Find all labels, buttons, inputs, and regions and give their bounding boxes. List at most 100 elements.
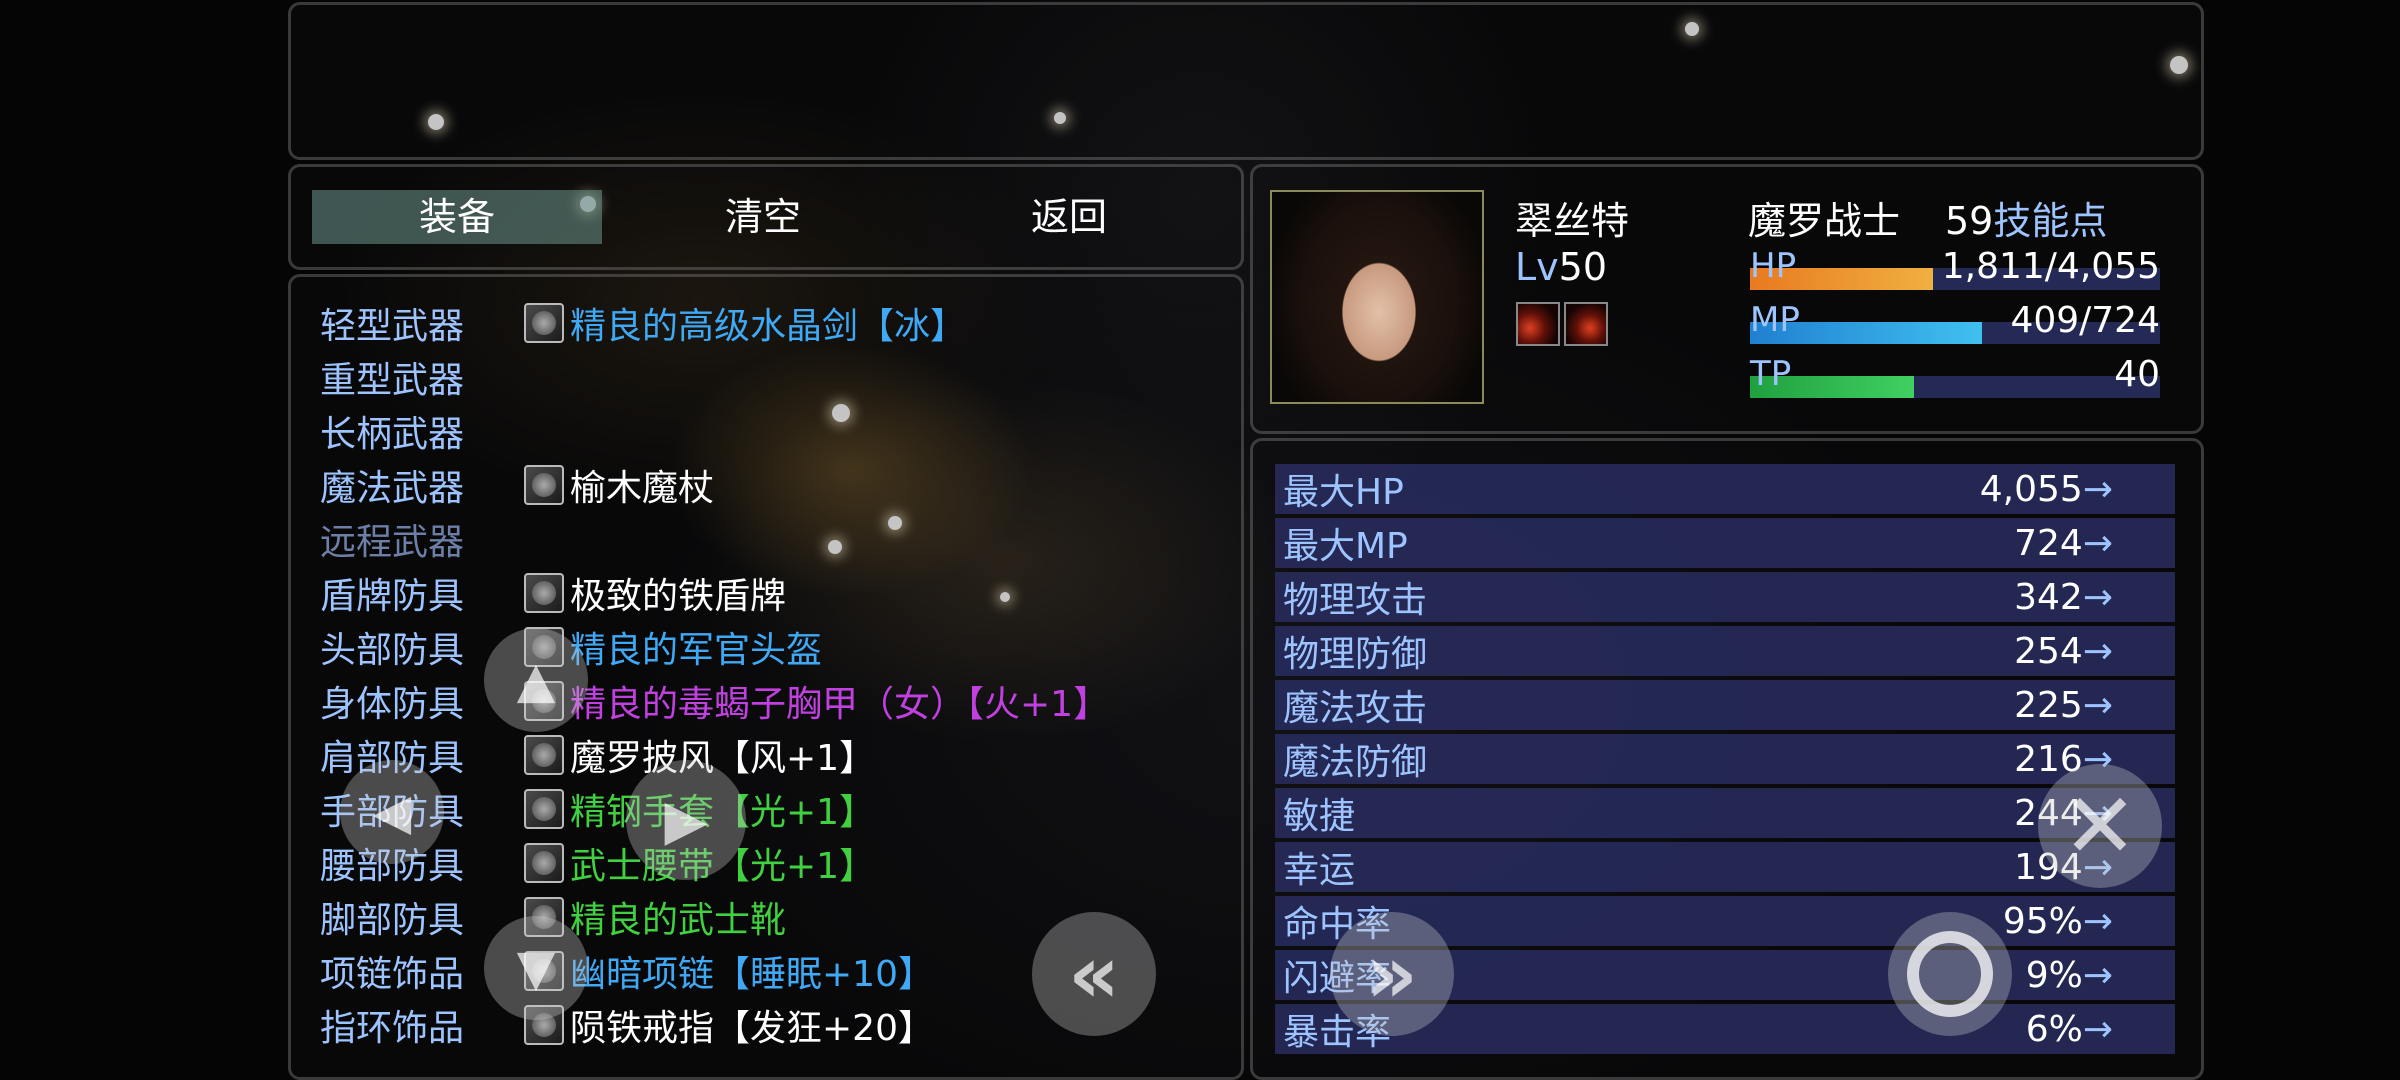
parameter-value: 9%→ bbox=[1653, 955, 2121, 996]
virtual-dpad-down[interactable]: ▼ bbox=[484, 916, 588, 1020]
parameter-name: 敏捷 bbox=[1283, 796, 1356, 837]
equip-slot-row[interactable]: 身体防具 精良的毒蝎子胸甲（女）【火+1】 bbox=[320, 674, 1109, 728]
parameter-value: 216→ bbox=[1653, 739, 2121, 780]
parameter-name: 物理防御 bbox=[1283, 634, 1428, 675]
equip-slot-label: 盾牌防具 bbox=[320, 576, 465, 617]
clear-command-button[interactable]: 清空 bbox=[618, 190, 908, 244]
parameter-row: 最大MP 724→ bbox=[1275, 518, 2175, 568]
parameter-name: 幸运 bbox=[1283, 850, 1356, 891]
equip-slot-row[interactable]: 轻型武器 精良的高级水晶剑【冰】 bbox=[320, 296, 966, 350]
equip-slot-label: 头部防具 bbox=[320, 630, 465, 671]
hp-value: 1,811/4,055 bbox=[1941, 246, 2160, 287]
equip-slot-label: 轻型武器 bbox=[320, 306, 465, 347]
equip-command-button[interactable]: 装备 bbox=[312, 190, 602, 244]
equip-slot-row[interactable]: 重型武器 bbox=[320, 350, 570, 404]
parameter-value: 342→ bbox=[1653, 577, 2121, 618]
page-right-button[interactable]: » bbox=[1330, 912, 1454, 1036]
virtual-dpad-up[interactable]: ▲ bbox=[484, 628, 588, 732]
equip-item-icon bbox=[524, 843, 564, 883]
equip-slot-row[interactable]: 远程武器 bbox=[320, 512, 570, 566]
right-arrow-icon: → bbox=[2082, 576, 2113, 618]
parameter-value: 254→ bbox=[1653, 631, 2121, 672]
virtual-dpad-right[interactable]: ▶ bbox=[626, 760, 746, 880]
help-window bbox=[288, 2, 2204, 160]
parameter-name: 最大HP bbox=[1283, 472, 1404, 513]
parameter-value: 4,055→ bbox=[1653, 469, 2121, 510]
parameter-name: 暴击率 bbox=[1283, 1012, 1392, 1053]
parameter-value-text: 342 bbox=[2014, 576, 2083, 618]
parameter-value-text: 95% bbox=[2002, 900, 2083, 942]
actor-level-row: Lv50 bbox=[1515, 245, 1607, 289]
equip-item-name: 精良的毒蝎子胸甲（女）【火+1】 bbox=[570, 684, 1110, 725]
parameter-row: 最大HP 4,055→ bbox=[1275, 464, 2175, 514]
parameter-row: 物理防御 254→ bbox=[1275, 626, 2175, 676]
confirm-ring-icon bbox=[1907, 931, 1993, 1017]
equip-slot-row[interactable]: 项链饰品 幽暗项链【睡眠+10】 bbox=[320, 944, 934, 998]
hp-label: HP bbox=[1750, 246, 1797, 286]
equip-slot-label: 脚部防具 bbox=[320, 900, 465, 941]
equip-item-name: 陨铁戒指【发狂+20】 bbox=[570, 1008, 934, 1049]
right-arrow-icon: → bbox=[2082, 954, 2113, 996]
equip-item-icon bbox=[524, 573, 564, 613]
equip-slot-label: 魔法武器 bbox=[320, 468, 465, 509]
skill-points-value: 59 bbox=[1945, 199, 1994, 243]
mp-value: 409/724 bbox=[2010, 300, 2160, 341]
right-arrow-icon: → bbox=[2082, 1008, 2113, 1050]
equip-slot-row[interactable]: 盾牌防具 极致的铁盾牌 bbox=[320, 566, 786, 620]
level-label: Lv bbox=[1515, 245, 1559, 289]
equip-item-name: 精良的高级水晶剑【冰】 bbox=[570, 306, 967, 347]
equip-item-name: 榆木魔杖 bbox=[570, 468, 715, 509]
right-arrow-icon: → bbox=[2082, 900, 2113, 942]
parameter-row: 幸运 194→ bbox=[1275, 842, 2175, 892]
equip-slot-row[interactable]: 指环饰品 陨铁戒指【发狂+20】 bbox=[320, 998, 934, 1052]
parameter-value: 724→ bbox=[1653, 523, 2121, 564]
state-icon-fire bbox=[1516, 302, 1560, 346]
equip-slot-row[interactable]: 魔法武器 榆木魔杖 bbox=[320, 458, 714, 512]
equip-slot-label: 远程武器 bbox=[320, 522, 465, 563]
right-arrow-icon: → bbox=[2082, 630, 2113, 672]
virtual-dpad-left[interactable]: ◀ bbox=[340, 760, 444, 864]
equip-item-icon bbox=[524, 735, 564, 775]
parameter-value: 95%→ bbox=[1653, 901, 2121, 942]
equip-slot-row[interactable]: 长柄武器 bbox=[320, 404, 570, 458]
equip-item-name: 极致的铁盾牌 bbox=[570, 576, 787, 617]
right-arrow-icon: → bbox=[2082, 522, 2113, 564]
parameter-value-text: 254 bbox=[2014, 630, 2083, 672]
equip-slot-label: 指环饰品 bbox=[320, 1008, 465, 1049]
parameter-value-text: 4,055 bbox=[1979, 468, 2083, 510]
actor-name: 翠丝特 bbox=[1515, 199, 1630, 243]
skill-points: 59技能点 bbox=[1945, 190, 2107, 245]
equip-slot-label: 重型武器 bbox=[320, 360, 465, 401]
page-left-button[interactable]: « bbox=[1032, 912, 1156, 1036]
equip-item-name: 精良的军官头盔 bbox=[570, 630, 823, 671]
parameter-value: 6%→ bbox=[1653, 1009, 2121, 1050]
right-arrow-icon: → bbox=[2082, 468, 2113, 510]
equip-slot-label: 身体防具 bbox=[320, 684, 465, 725]
tp-label: TP bbox=[1750, 354, 1792, 394]
right-arrow-icon: → bbox=[2082, 684, 2113, 726]
skill-points-label: 技能点 bbox=[1993, 199, 2108, 243]
parameter-value-text: 225 bbox=[2014, 684, 2083, 726]
parameter-name: 魔法攻击 bbox=[1283, 688, 1428, 729]
equip-item-name: 幽暗项链【睡眠+10】 bbox=[570, 954, 934, 995]
confirm-button[interactable] bbox=[1888, 912, 2012, 1036]
parameter-name: 物理攻击 bbox=[1283, 580, 1428, 621]
parameter-value-text: 6% bbox=[2025, 1008, 2083, 1050]
tp-value: 40 bbox=[2114, 354, 2160, 395]
parameter-name: 命中率 bbox=[1283, 904, 1392, 945]
parameter-row: 物理攻击 342→ bbox=[1275, 572, 2175, 622]
equip-item-icon bbox=[524, 789, 564, 829]
equip-item-icon bbox=[524, 303, 564, 343]
equip-item-icon bbox=[524, 465, 564, 505]
actor-portrait bbox=[1270, 190, 1484, 404]
equip-item-name: 精良的武士靴 bbox=[570, 900, 787, 941]
parameter-value-text: 9% bbox=[2025, 954, 2083, 996]
back-command-button[interactable]: 返回 bbox=[924, 190, 1214, 244]
mp-label: MP bbox=[1750, 300, 1800, 340]
parameter-value-text: 724 bbox=[2014, 522, 2083, 564]
equip-slot-label: 项链饰品 bbox=[320, 954, 465, 995]
cancel-button[interactable]: ✕ bbox=[2038, 764, 2162, 888]
equip-slot-label: 长柄武器 bbox=[320, 414, 465, 455]
level-value: 50 bbox=[1558, 245, 1608, 289]
state-icon-fire bbox=[1564, 302, 1608, 346]
